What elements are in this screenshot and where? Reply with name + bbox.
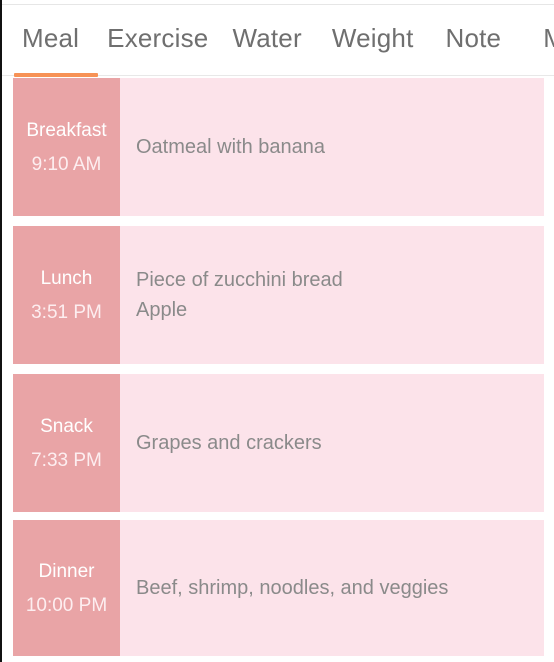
- meal-label-block: Lunch 3:51 PM: [13, 226, 120, 364]
- tab-meds[interactable]: Meds: [543, 25, 554, 51]
- tab-meal[interactable]: Meal: [22, 25, 79, 51]
- tab-weight[interactable]: Weight: [332, 25, 414, 51]
- meal-name: Dinner: [38, 560, 95, 582]
- meal-item-text: Grapes and crackers: [136, 432, 322, 454]
- meal-item-text: Beef, shrimp, noodles, and veggies: [136, 577, 449, 599]
- tab-note[interactable]: Note: [446, 25, 502, 51]
- meal-entry-row[interactable]: Dinner 10:00 PM Beef, shrimp, noodles, a…: [13, 520, 544, 656]
- tab-water[interactable]: Water: [232, 25, 301, 51]
- tab-list: Meal Exercise Water Weight Note Meds: [2, 6, 554, 70]
- meal-item-text: Oatmeal with banana: [136, 136, 326, 158]
- meal-time: 3:51 PM: [31, 301, 102, 323]
- meal-name: Snack: [40, 415, 93, 437]
- meal-time: 10:00 PM: [25, 594, 108, 616]
- meal-name: Breakfast: [26, 119, 107, 141]
- meal-entry-row[interactable]: Snack 7:33 PM Grapes and crackers: [13, 374, 544, 512]
- meal-label-block: Dinner 10:00 PM: [13, 520, 120, 656]
- meal-entry-list: Breakfast 9:10 AM Oatmeal with banana Lu…: [2, 78, 554, 662]
- meal-label-block: Breakfast 9:10 AM: [13, 78, 120, 216]
- meal-time: 7:33 PM: [31, 449, 102, 471]
- meal-entry-row[interactable]: Breakfast 9:10 AM Oatmeal with banana: [13, 78, 544, 216]
- meal-entry-row[interactable]: Lunch 3:51 PM Piece of zucchini bread Ap…: [13, 226, 544, 364]
- meal-items: Oatmeal with banana: [120, 78, 544, 216]
- meal-name: Lunch: [40, 267, 93, 289]
- tab-bar: Meal Exercise Water Weight Note Meds: [2, 6, 554, 77]
- tab-exercise[interactable]: Exercise: [107, 25, 208, 51]
- meal-label-block: Snack 7:33 PM: [13, 374, 120, 512]
- meal-item-text: Apple: [136, 299, 188, 321]
- meal-items: Grapes and crackers: [120, 374, 544, 512]
- meal-time: 9:10 AM: [31, 153, 102, 175]
- active-tab-indicator: [14, 73, 98, 77]
- top-strip: [2, 0, 554, 5]
- meal-item-text: Piece of zucchini bread: [136, 269, 343, 291]
- meal-items: Piece of zucchini bread Apple: [120, 226, 544, 364]
- meal-log-screen: Meal Exercise Water Weight Note Meds Bre…: [0, 0, 554, 662]
- meal-items: Beef, shrimp, noodles, and veggies: [120, 520, 544, 656]
